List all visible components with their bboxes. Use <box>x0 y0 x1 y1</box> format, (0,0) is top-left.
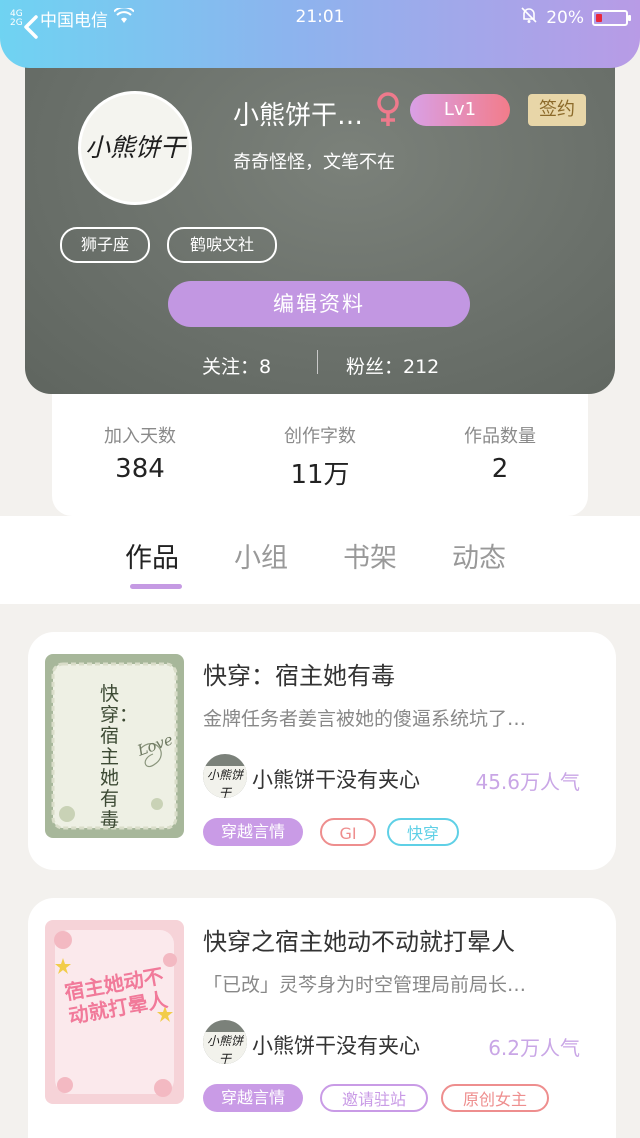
book-title[interactable]: 快穿之宿主她动不动就打晕人 <box>203 922 515 957</box>
book-description: 金牌任务者姜言被她的傻逼系统坑了… <box>203 708 527 730</box>
book-cover[interactable]: 快穿：宿主她有毒 Love <box>45 654 184 838</box>
book-cover[interactable]: 宿主她动不动就打晕人 <box>45 920 184 1104</box>
profile-tag-club[interactable]: 鹤唳文社 <box>167 227 277 263</box>
stats-panel: 加入天数 384 创作字数 11万 作品数量 2 <box>52 392 588 516</box>
top-header: 4G 2G 中国电信 21:01 20% <box>0 0 640 68</box>
profile-bio: 奇奇怪怪，文笔不在 <box>233 152 395 173</box>
battery-percent: 20% <box>546 7 584 28</box>
tab-activity[interactable]: 动态 <box>452 536 506 575</box>
book-tag[interactable]: GI <box>320 818 376 846</box>
profile-card: 小熊饼干 小熊饼干… Lv1 签约 奇奇怪怪，文笔不在 狮子座 鹤唳文社 编辑资… <box>25 58 615 394</box>
signed-badge: 签约 <box>528 94 586 126</box>
follow-divider <box>317 350 318 374</box>
active-tab-indicator <box>130 584 182 589</box>
avatar[interactable]: 小熊饼干 <box>78 91 192 205</box>
tab-bar: 作品 小组 书架 动态 <box>0 516 640 604</box>
book-popularity: 45.6万人气 <box>475 770 580 794</box>
stat-value: 384 <box>115 454 165 484</box>
stat-label: 作品数量 <box>464 426 536 447</box>
tab-groups[interactable]: 小组 <box>234 536 288 575</box>
book-author[interactable]: 小熊饼干没有夹心 <box>252 764 420 794</box>
book-tag[interactable]: 穿越言情 <box>203 1084 303 1112</box>
following-count[interactable]: 关注：8 <box>202 352 271 379</box>
mute-bell-icon <box>520 6 538 29</box>
battery-level <box>596 13 602 22</box>
author-avatar[interactable]: 小熊饼干 <box>203 754 247 798</box>
profile-name: 小熊饼干… <box>233 101 364 131</box>
stat-label: 创作字数 <box>284 426 356 447</box>
book-card[interactable]: 快穿：宿主她有毒 Love 快穿：宿主她有毒 金牌任务者姜言被她的傻逼系统坑了…… <box>28 632 616 870</box>
book-description: 「已改」灵芩身为时空管理局前局长… <box>203 974 527 996</box>
stat-value: 11万 <box>290 460 350 490</box>
followers-count[interactable]: 粉丝：212 <box>346 352 439 379</box>
author-avatar-text: 小熊饼干 <box>203 1032 247 1064</box>
level-badge: Lv1 <box>410 94 510 126</box>
book-title[interactable]: 快穿：宿主她有毒 <box>203 656 395 691</box>
stat-label: 加入天数 <box>104 426 176 447</box>
stat-word-count: 创作字数 11万 <box>245 422 395 491</box>
female-icon <box>375 92 401 128</box>
edit-profile-button[interactable]: 编辑资料 <box>168 281 470 327</box>
stat-works-count: 作品数量 2 <box>425 422 575 484</box>
tab-works[interactable]: 作品 <box>125 536 179 575</box>
book-card[interactable]: 宿主她动不动就打晕人 快穿之宿主她动不动就打晕人 「已改」灵芩身为时空管理局前局… <box>28 898 616 1138</box>
book-tag[interactable]: 原创女主 <box>441 1084 549 1112</box>
stat-join-days: 加入天数 384 <box>65 422 215 484</box>
status-bar: 4G 2G 中国电信 21:01 20% <box>0 6 640 31</box>
book-author[interactable]: 小熊饼干没有夹心 <box>252 1030 420 1060</box>
book-tag[interactable]: 穿越言情 <box>203 818 303 846</box>
author-avatar-text: 小熊饼干 <box>203 766 247 798</box>
stat-value: 2 <box>491 454 509 484</box>
book-popularity: 6.2万人气 <box>488 1036 580 1060</box>
tab-bookshelf[interactable]: 书架 <box>343 536 397 575</box>
back-arrow-icon[interactable] <box>20 14 46 40</box>
book-tag[interactable]: 快穿 <box>387 818 459 846</box>
profile-tag-zodiac[interactable]: 狮子座 <box>60 227 150 263</box>
book-tag[interactable]: 邀请驻站 <box>320 1084 428 1112</box>
book-cover-title: 快穿：宿主她有毒 <box>100 683 139 831</box>
avatar-signature: 小熊饼干 <box>84 133 185 162</box>
author-avatar[interactable]: 小熊饼干 <box>203 1020 247 1064</box>
battery-icon <box>592 9 631 26</box>
